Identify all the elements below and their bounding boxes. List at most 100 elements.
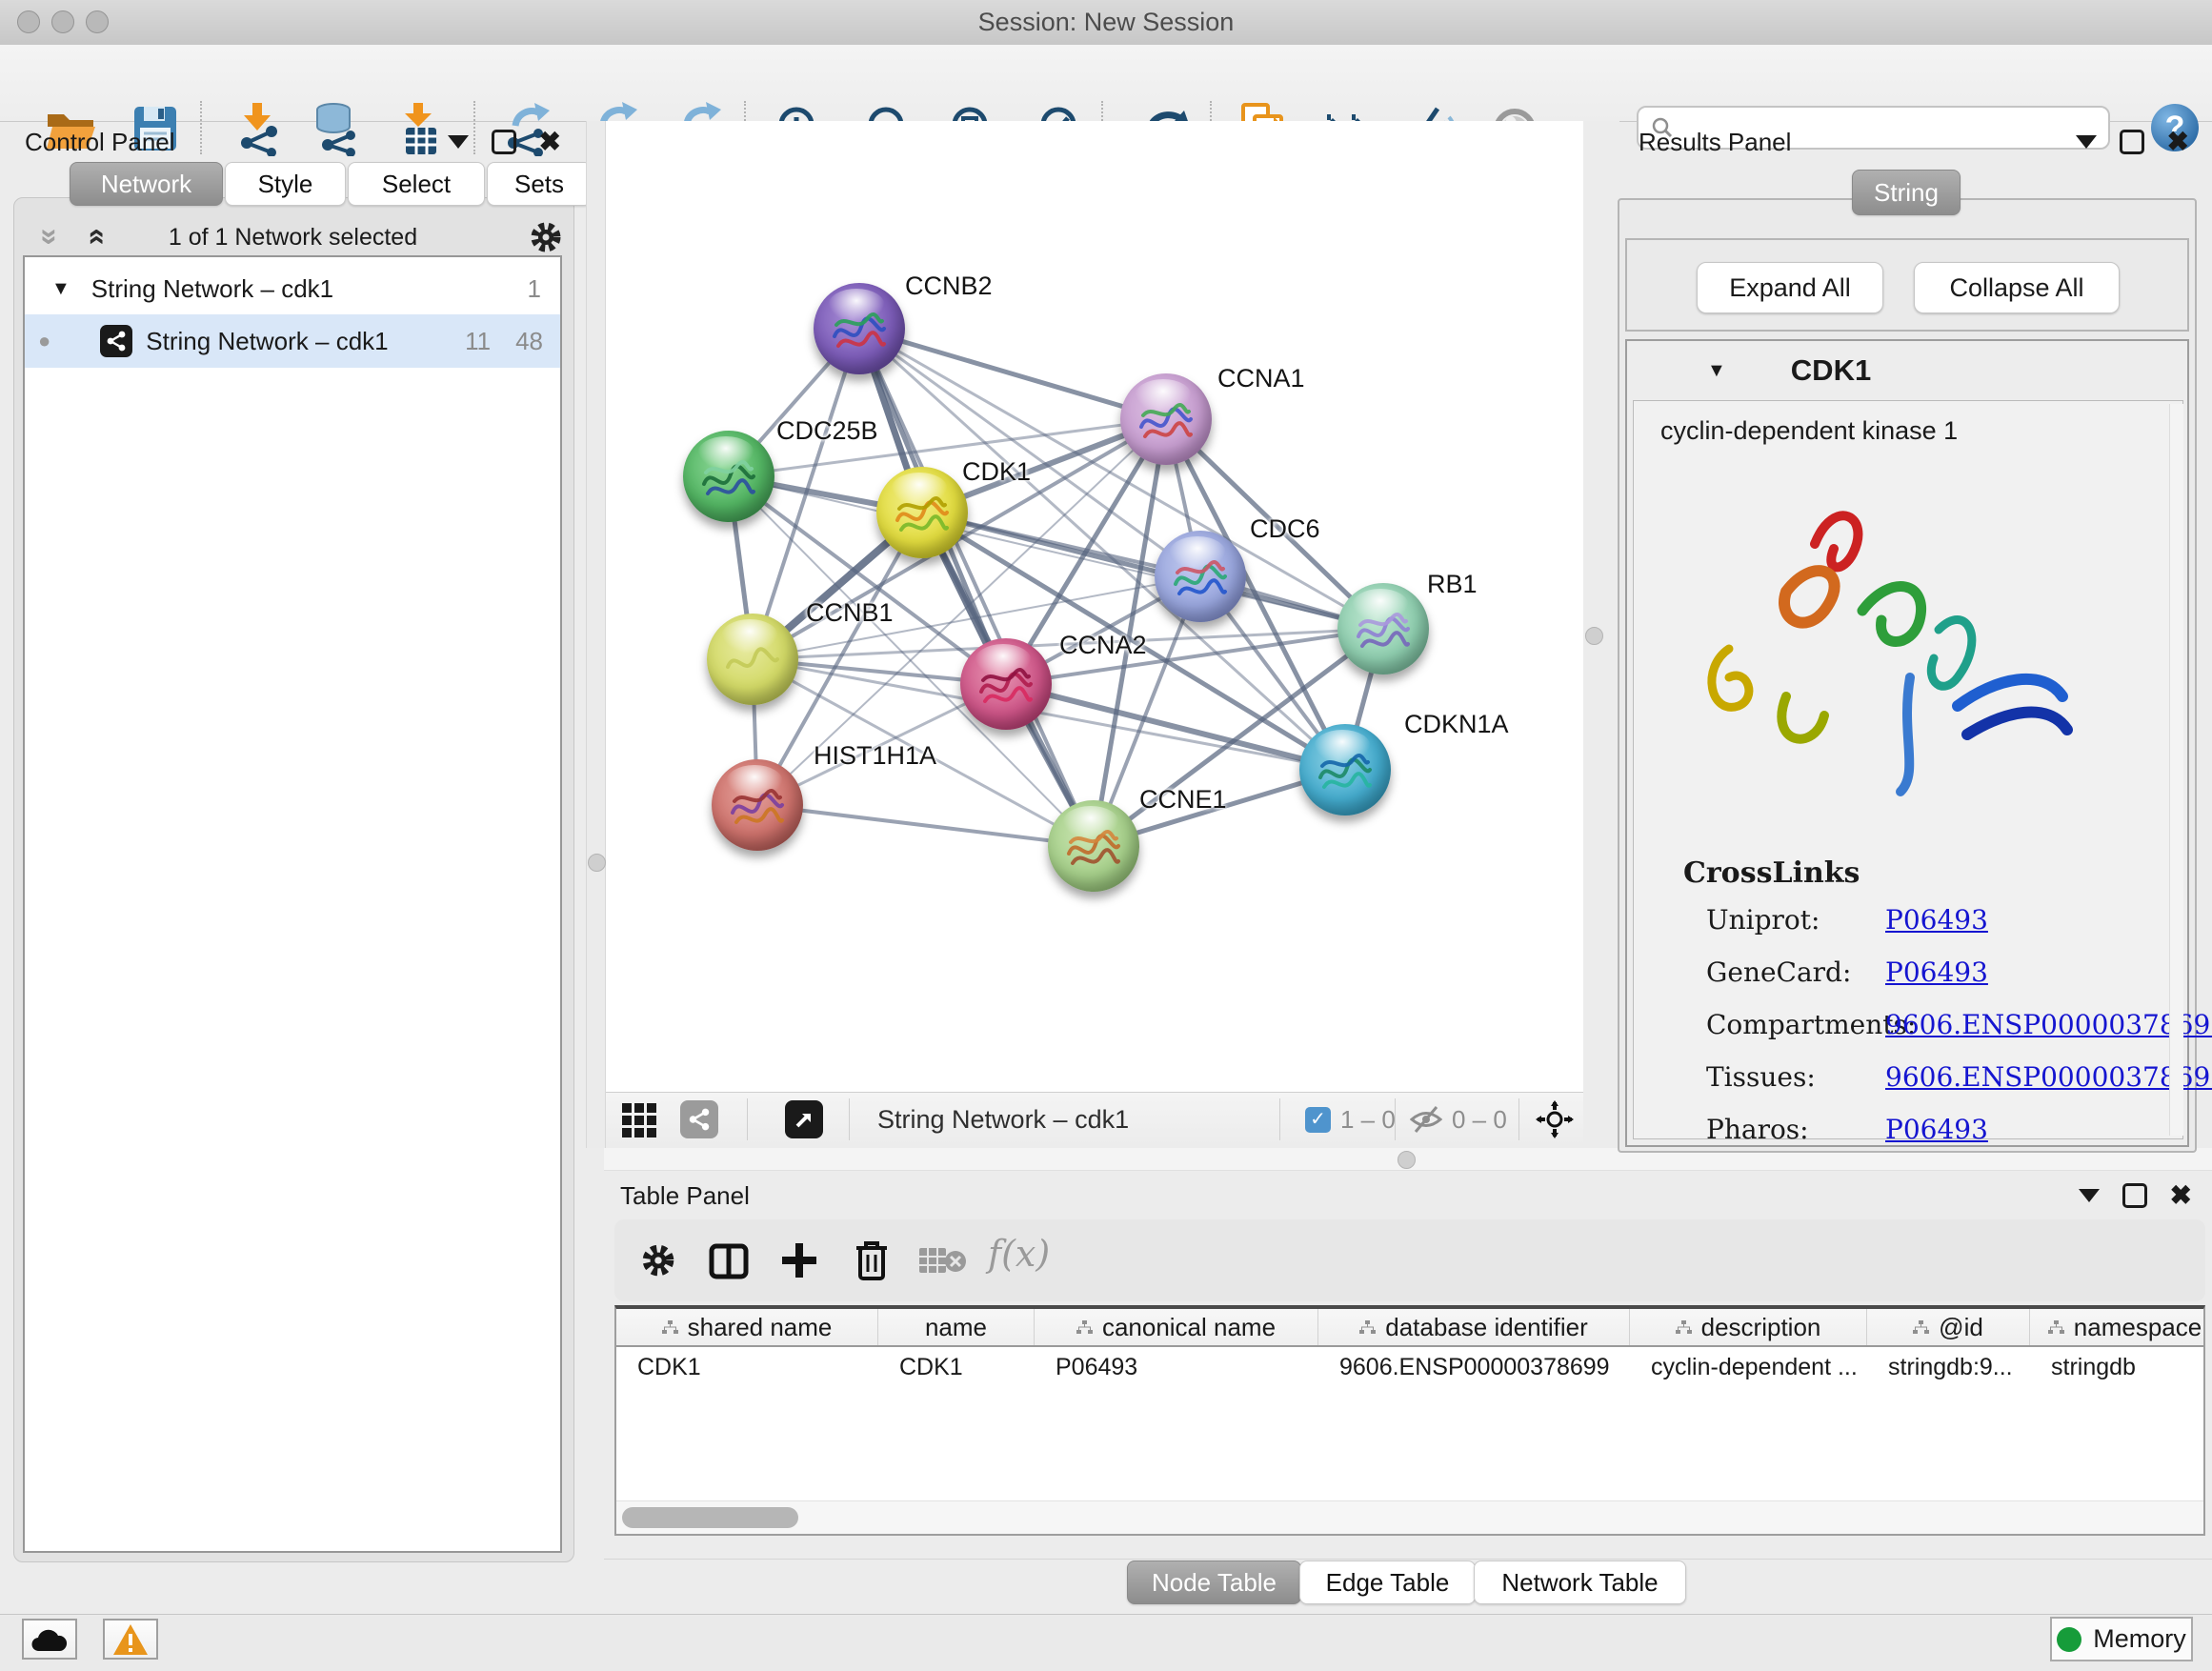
cell[interactable]: 9606.ENSP00000378699 xyxy=(1318,1347,1630,1387)
network-tree-root-row[interactable]: ▼ String Network – cdk1 1 xyxy=(25,263,560,314)
crosslink-link[interactable]: 9606.ENSP00000378699 xyxy=(1885,1009,2212,1040)
results-scrollbar[interactable] xyxy=(2169,404,2183,1136)
function-builder-icon[interactable]: f(x) xyxy=(988,1233,1050,1275)
left-splitter[interactable] xyxy=(586,121,606,1148)
network-list-header: » » 1 of 1 Network selected xyxy=(13,217,573,257)
panel-float-icon[interactable] xyxy=(2076,135,2097,149)
table-horizontal-scrollbar[interactable] xyxy=(616,1500,2203,1534)
network-share-toggle-icon[interactable] xyxy=(680,1100,718,1138)
panel-close-icon[interactable]: ✖ xyxy=(539,132,561,151)
panel-close-icon[interactable]: ✖ xyxy=(2170,1186,2192,1205)
splitter-handle[interactable] xyxy=(1585,627,1603,645)
selected-checkbox-icon[interactable]: ✓ xyxy=(1305,1107,1331,1133)
cell[interactable]: cyclin-dependent ... xyxy=(1630,1347,1867,1387)
table-row[interactable]: CDK1CDK1P064939606.ENSP00000378699cyclin… xyxy=(616,1347,2203,1387)
expand-all-button[interactable]: Expand All xyxy=(1697,262,1883,313)
crosslink-link[interactable]: 9606.ENSP00000378699 xyxy=(1885,1061,2212,1093)
node-CCNB2[interactable] xyxy=(814,283,905,374)
column-header-database-identifier[interactable]: database identifier xyxy=(1318,1309,1630,1345)
tab-network[interactable]: Network xyxy=(70,162,223,206)
hierarchy-icon xyxy=(1676,1320,1692,1335)
delete-trash-icon[interactable] xyxy=(851,1238,893,1282)
panel-float-icon[interactable] xyxy=(448,135,469,149)
results-panel-header: Results Panel ✖ xyxy=(1619,121,2212,163)
node-CCNE1[interactable] xyxy=(1048,800,1139,892)
node-CCNA1[interactable] xyxy=(1120,373,1212,465)
node-CDC25B[interactable] xyxy=(683,431,774,522)
gear-icon[interactable] xyxy=(528,219,564,255)
results-buttons-box: Expand All Collapse All xyxy=(1625,238,2189,332)
node-CDC6[interactable] xyxy=(1155,531,1246,622)
splitter-handle[interactable] xyxy=(1398,1151,1416,1169)
show-columns-icon[interactable] xyxy=(708,1240,750,1282)
column-label: database identifier xyxy=(1385,1313,1587,1342)
open-in-window-icon[interactable] xyxy=(785,1100,823,1138)
crosslink-link[interactable]: P06493 xyxy=(1885,956,1988,988)
column-label: @id xyxy=(1939,1313,1983,1342)
tree-expand-icon[interactable]: ▼ xyxy=(51,278,70,300)
section-collapse-icon[interactable]: ▼ xyxy=(1707,360,1726,382)
panel-undock-icon[interactable] xyxy=(492,130,516,154)
tab-node-table[interactable]: Node Table xyxy=(1127,1560,1301,1604)
column-header-namespace[interactable]: namespace xyxy=(2030,1309,2205,1345)
edge-CCNB2-CCNA1[interactable] xyxy=(859,329,1166,419)
node-CCNB1[interactable] xyxy=(707,614,798,705)
cell[interactable]: stringdb:9... xyxy=(1867,1347,2030,1387)
crosslink-link[interactable]: P06493 xyxy=(1885,1114,1988,1145)
splitter-handle[interactable] xyxy=(588,854,606,872)
panel-undock-icon[interactable] xyxy=(2122,1183,2147,1208)
network-share-icon xyxy=(100,325,132,357)
window-title: Session: New Session xyxy=(0,0,2212,44)
gene-section-header[interactable]: ▼ CDK1 xyxy=(1627,341,2187,400)
node-RB1[interactable] xyxy=(1337,583,1429,674)
tab-style[interactable]: Style xyxy=(225,162,346,206)
node-CCNA2[interactable] xyxy=(960,638,1052,730)
control-panel-tabs: NetworkStyleSelectSets xyxy=(0,162,586,204)
column-header-shared-name[interactable]: shared name xyxy=(616,1309,878,1345)
cell[interactable]: CDK1 xyxy=(616,1347,878,1387)
control-panel-title: Control Panel xyxy=(25,128,175,157)
crosslink-row: Compartments:9606.ENSP00000378699 xyxy=(1706,1009,2163,1061)
cell[interactable]: P06493 xyxy=(1035,1347,1318,1387)
scrollbar-thumb[interactable] xyxy=(622,1507,798,1528)
network-tree-row-selected[interactable]: ● String Network – cdk1 11 48 xyxy=(25,314,560,368)
add-column-plus-icon[interactable] xyxy=(778,1239,820,1281)
warning-button[interactable] xyxy=(103,1619,158,1660)
network-selected-status: 1 of 1 Network selected xyxy=(13,217,573,257)
column-label: description xyxy=(1701,1313,1821,1342)
birds-eye-grid-icon[interactable] xyxy=(622,1103,656,1137)
tab-string[interactable]: String xyxy=(1852,170,1961,215)
crosslink-label: GeneCard: xyxy=(1706,956,1851,988)
panel-float-icon[interactable] xyxy=(2079,1189,2100,1202)
node-CDKN1A[interactable] xyxy=(1299,724,1391,815)
panel-close-icon[interactable]: ✖ xyxy=(2167,132,2189,151)
column-header-@id[interactable]: @id xyxy=(1867,1309,2030,1345)
fit-content-crosshair-icon[interactable] xyxy=(1536,1100,1574,1138)
tab-network-table[interactable]: Network Table xyxy=(1474,1560,1686,1604)
right-splitter[interactable] xyxy=(1583,121,1619,1148)
column-header-canonical-name[interactable]: canonical name xyxy=(1035,1309,1318,1345)
column-header-description[interactable]: description xyxy=(1630,1309,1867,1345)
gear-icon[interactable] xyxy=(639,1241,677,1279)
edge-HIST1H1A-CCNE1[interactable] xyxy=(757,805,1094,846)
gene-details: cyclin-dependent kinase 1 CrossLinks Uni… xyxy=(1633,400,2183,1139)
node-label-CDKN1A: CDKN1A xyxy=(1404,710,1509,739)
network-canvas[interactable]: CCNB2CCNA1CDC25BCDK1CDC6RB1CCNB1CCNA2CDK… xyxy=(604,121,1583,1092)
hidden-eye-icon[interactable] xyxy=(1410,1105,1442,1134)
node-CDK1[interactable] xyxy=(876,467,968,558)
tab-select[interactable]: Select xyxy=(348,162,485,206)
crosslink-link[interactable]: P06493 xyxy=(1885,904,1988,936)
cell[interactable]: CDK1 xyxy=(878,1347,1035,1387)
delete-table-icon[interactable] xyxy=(919,1246,967,1277)
tab-edge-table[interactable]: Edge Table xyxy=(1299,1560,1476,1604)
node-HIST1H1A[interactable] xyxy=(712,759,803,851)
crosslink-row: Tissues:9606.ENSP00000378699 xyxy=(1706,1061,2163,1114)
panel-undock-icon[interactable] xyxy=(2120,130,2144,154)
edge-count: 48 xyxy=(515,327,543,356)
column-header-name[interactable]: name xyxy=(878,1309,1035,1345)
tab-sets[interactable]: Sets xyxy=(487,162,592,206)
memory-button[interactable]: Memory xyxy=(2050,1617,2193,1661)
cell[interactable]: stringdb xyxy=(2030,1347,2205,1387)
collapse-all-button[interactable]: Collapse All xyxy=(1914,262,2120,313)
cloud-button[interactable] xyxy=(22,1619,77,1660)
